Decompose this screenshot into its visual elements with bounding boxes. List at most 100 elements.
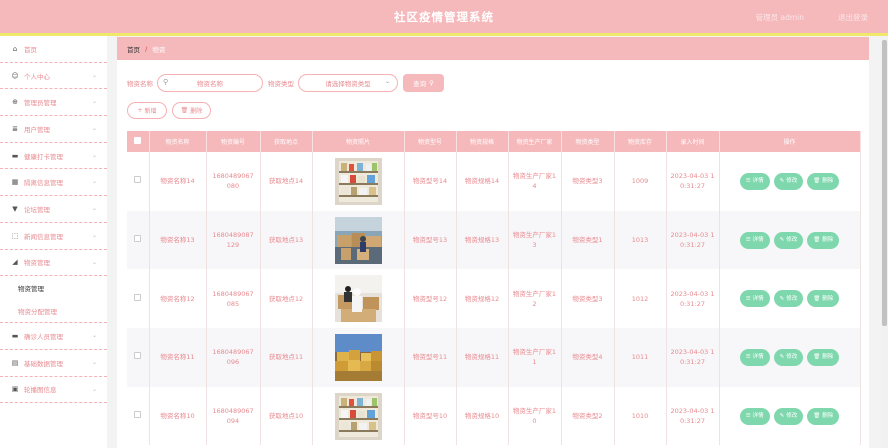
cell-ops: ☰ 详情 ✎ 修改 🗑 删除 (719, 210, 861, 270)
grid-icon: ▦ (11, 178, 19, 187)
edit-icon: ✎ (779, 237, 785, 244)
user-icon: ☺ (11, 71, 19, 80)
row-checkbox[interactable] (134, 176, 142, 184)
goods-photo (334, 333, 382, 381)
sidebar-item-5[interactable]: ▦ 隔离信息管理 ⌄ (0, 169, 107, 197)
cell-code: 1680489087129 (206, 210, 261, 270)
goods-photo (334, 275, 382, 323)
breadcrumb: 首页 / 物资 (117, 37, 869, 60)
row-select-cell[interactable] (127, 210, 150, 270)
delete-button[interactable]: 🗑 删除 (807, 348, 840, 366)
carousel-icon: ▣ (11, 385, 19, 394)
row-select-cell[interactable] (127, 152, 150, 211)
delete-label: 删除 (822, 237, 834, 244)
cell-stock: 1012 (614, 269, 667, 329)
search-icon: ⚲ (429, 79, 434, 87)
add-button[interactable]: + 新增 (127, 102, 167, 119)
row-checkbox[interactable] (134, 293, 142, 301)
detail-label: 详情 (752, 178, 764, 185)
cell-name: 物资名称11 (149, 328, 207, 387)
sidebar-item-11[interactable]: ▣ 轮播图信息 ⌄ (0, 377, 107, 404)
detail-button[interactable]: ☰ 详情 (739, 348, 770, 366)
cell-code: 1680489067085 (206, 269, 261, 329)
chevron-down-icon: ⌄ (91, 231, 97, 239)
row-checkbox[interactable] (134, 235, 142, 243)
scrollbar-thumb[interactable] (882, 40, 887, 326)
sidebar-item-10[interactable]: ▤ 基础数据管理 ⌄ (0, 350, 107, 377)
edit-button[interactable]: ✎ 修改 (773, 231, 804, 249)
sidebar-item-7[interactable]: ⬚ 新闻信息管理 ⌄ (0, 223, 107, 250)
cell-ops: ☰ 详情 ✎ 修改 🗑 删除 (719, 152, 861, 211)
goods-photo (334, 157, 382, 205)
select-all-cell[interactable] (127, 131, 150, 152)
logout-link[interactable]: 退出登录 (838, 12, 868, 23)
sidebar-item-label: 轮播图信息 (24, 386, 57, 395)
row-select-cell[interactable] (127, 328, 150, 387)
chevron-down-icon: ⌄ (91, 125, 97, 133)
search-bar: 物资名称 ⚲ 物资名称 物资类型 请选择物资类型 ⌄ 查询 ⚲ (127, 74, 444, 92)
sidebar-item-2[interactable]: ⊕ 管理员管理 ⌄ (0, 89, 107, 117)
cell-spec: 物资规格14 (456, 152, 509, 211)
submenu-item-goods-manage[interactable]: 物资管理 (0, 276, 107, 300)
row-checkbox[interactable] (134, 411, 142, 419)
detail-label: 详情 (752, 237, 764, 244)
cell-spec: 物资规格12 (456, 269, 509, 329)
sidebar-item-1[interactable]: ☺ 个人中心 ⌄ (0, 63, 107, 90)
edit-icon: ✎ (779, 178, 785, 185)
cell-name: 物资名称13 (149, 210, 207, 270)
detail-icon: ☰ (745, 354, 751, 361)
breadcrumb-home[interactable]: 首页 (127, 44, 140, 54)
sidebar-item-0[interactable]: ⌂ 首页 (0, 36, 107, 63)
row-actions: ☰ 详情 ✎ 修改 🗑 删除 (724, 407, 856, 425)
edit-button[interactable]: ✎ 修改 (773, 407, 804, 425)
goods-icon: ◢ (12, 258, 18, 267)
detail-button[interactable]: ☰ 详情 (739, 290, 770, 308)
sidebar-item-9[interactable]: ▬ 确诊人员管理 ⌄ (0, 323, 107, 350)
sidebar-item-label: 首页 (24, 45, 37, 54)
submenu-item-goods-allocation[interactable]: 物资分配管理 (0, 300, 107, 324)
delete-button[interactable]: 🗑 删除 (807, 407, 840, 425)
sidebar-item-label: 新闻信息管理 (24, 232, 63, 241)
sidebar-item-label: 用户管理 (24, 125, 50, 134)
column-header: 物资生产厂家 (508, 131, 562, 152)
select-all-checkbox[interactable] (134, 137, 142, 144)
batch-delete-button[interactable]: 🗑 删除 (172, 102, 211, 119)
sidebar: ⌂ 首页 ☺ 个人中心 ⌄ ⊕ 管理员管理 ⌄ ≣ 用户管理 ⌄ ▬ 健康打卡管理 ⌄ ▦ 隔离信息管理 ⌄ ▼ 论… (0, 36, 107, 448)
edit-button[interactable]: ✎ 修改 (773, 348, 804, 366)
row-actions: ☰ 详情 ✎ 修改 🗑 删除 (724, 172, 856, 190)
delete-button[interactable]: 🗑 删除 (807, 231, 840, 249)
chevron-down-icon: ⌄ (91, 332, 97, 340)
cell-model: 物资型号12 (404, 269, 457, 329)
trash-icon: 🗑 (180, 107, 189, 114)
chevron-down-icon: ⌄ (91, 151, 97, 159)
sidebar-item-label: 个人中心 (24, 72, 50, 81)
sidebar-item-3[interactable]: ≣ 用户管理 ⌄ (0, 116, 107, 143)
name-search-input[interactable]: ⚲ 物资名称 (157, 74, 263, 92)
detail-button[interactable]: ☰ 详情 (739, 172, 770, 190)
edit-button[interactable]: ✎ 修改 (773, 172, 804, 190)
cell-spec: 物资规格11 (456, 328, 509, 387)
type-select[interactable]: 请选择物资类型 ⌄ (298, 74, 398, 92)
add-button-label: 新增 (144, 108, 157, 115)
column-header: 物资编号 (206, 131, 261, 152)
chevron-down-icon: ⌄ (91, 98, 97, 106)
row-checkbox[interactable] (134, 352, 142, 360)
detail-button[interactable]: ☰ 详情 (739, 407, 770, 425)
row-select-cell[interactable] (127, 386, 150, 446)
cell-ops: ☰ 详情 ✎ 修改 🗑 删除 (719, 269, 861, 329)
cell-ops: ☰ 详情 ✎ 修改 🗑 删除 (719, 328, 861, 387)
cell-spec: 物资规格13 (456, 210, 509, 270)
sidebar-item-8[interactable]: ◢ 物资管理 ⌄ (0, 250, 107, 277)
detail-button[interactable]: ☰ 详情 (739, 231, 770, 249)
sidebar-item-4[interactable]: ▬ 健康打卡管理 ⌄ (0, 143, 107, 170)
cell-type: 物资类型2 (561, 386, 615, 446)
row-select-cell[interactable] (127, 269, 150, 329)
search-button[interactable]: 查询 ⚲ (403, 74, 444, 92)
cell-stock: 1013 (614, 210, 667, 270)
sidebar-item-6[interactable]: ▼ 论坛管理 ⌄ (0, 196, 107, 223)
database-icon: ▤ (11, 358, 19, 367)
cell-model: 物资型号10 (404, 386, 457, 446)
delete-button[interactable]: 🗑 删除 (807, 172, 840, 190)
delete-button[interactable]: 🗑 删除 (807, 290, 840, 308)
edit-button[interactable]: ✎ 修改 (773, 290, 804, 308)
